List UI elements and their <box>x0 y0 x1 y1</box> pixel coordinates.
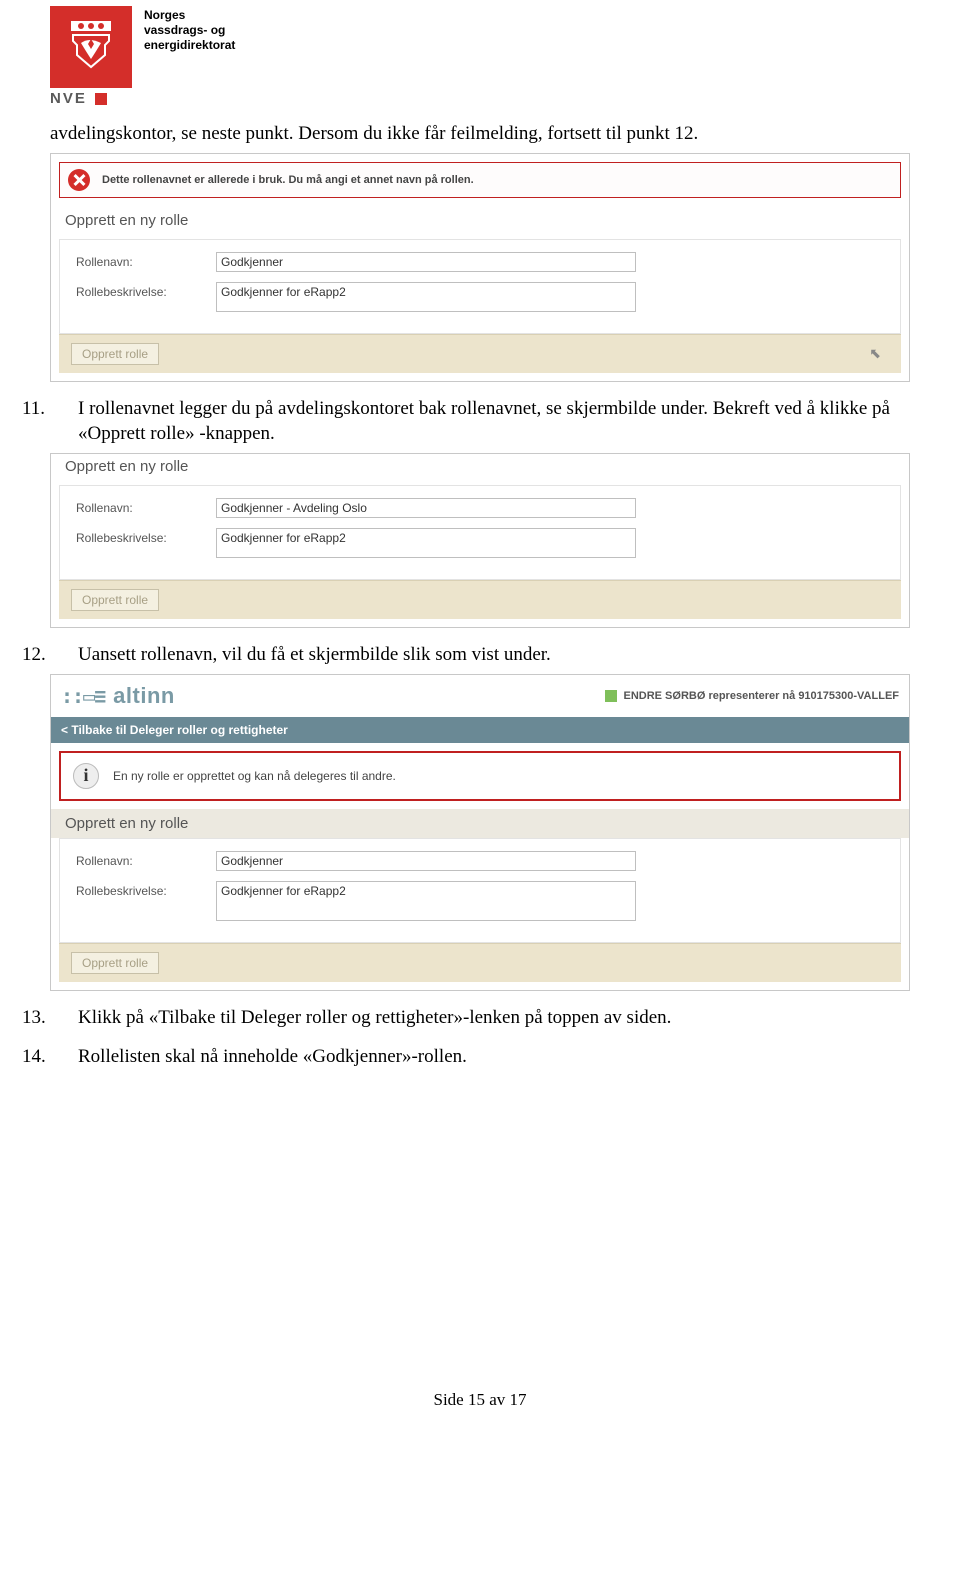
step-11: 11.I rollenavnet legger du på avdelingsk… <box>50 396 910 447</box>
label-rollebeskrivelse: Rollebeskrivelse: <box>76 282 216 299</box>
label-rollenavn: Rollenavn: <box>76 498 216 515</box>
label-rollebeskrivelse: Rollebeskrivelse: <box>76 881 216 898</box>
org-name: Norges vassdrags- og energidirektorat <box>144 6 235 53</box>
label-rollenavn: Rollenavn: <box>76 851 216 868</box>
back-link-bar[interactable]: < Tilbake til Deleger roller og rettighe… <box>51 717 909 743</box>
screenshot-opprett-panel: Opprett en ny rolle Rollenavn: Rollebesk… <box>50 453 910 628</box>
altinn-brand-text: altinn <box>113 683 175 709</box>
user-icon <box>605 690 617 702</box>
altinn-mark-icon: ::▭≡ <box>61 684 105 708</box>
info-icon: i <box>73 763 99 789</box>
opprett-rolle-button[interactable]: Opprett rolle <box>71 589 159 611</box>
textarea-rollebeskrivelse[interactable] <box>216 881 636 921</box>
error-text: Dette rollenavnet er allerede i bruk. Du… <box>102 174 474 186</box>
error-banner: Dette rollenavnet er allerede i bruk. Du… <box>59 162 901 198</box>
label-rollenavn: Rollenavn: <box>76 252 216 269</box>
nve-abbr-row: NVE <box>50 90 910 107</box>
info-banner: i En ny rolle er opprettet og kan nå del… <box>59 751 901 801</box>
textarea-rollebeskrivelse[interactable] <box>216 528 636 558</box>
label-rollebeskrivelse: Rollebeskrivelse: <box>76 528 216 545</box>
form-title: Opprett en ny rolle <box>51 809 909 838</box>
nve-crest-icon <box>50 6 132 88</box>
cursor-icon: ⬉ <box>869 343 889 362</box>
input-rollenavn[interactable] <box>216 498 636 518</box>
form-title: Opprett en ny rolle <box>51 454 909 485</box>
representative-line: ENDRE SØRBØ representerer nå 910175300-V… <box>605 690 899 702</box>
error-icon <box>68 169 90 191</box>
altinn-logo: ::▭≡ altinn <box>61 683 175 709</box>
paragraph-intro: avdelingskontor, se neste punkt. Dersom … <box>50 121 910 147</box>
opprett-rolle-button[interactable]: Opprett rolle <box>71 952 159 974</box>
screenshot-altinn-panel: ::▭≡ altinn ENDRE SØRBØ representerer nå… <box>50 674 910 991</box>
screenshot-error-panel: Dette rollenavnet er allerede i bruk. Du… <box>50 153 910 382</box>
step-13: 13.Klikk på «Tilbake til Deleger roller … <box>50 1005 910 1031</box>
page-footer: Side 15 av 17 <box>50 1390 910 1410</box>
doc-header: Norges vassdrags- og energidirektorat <box>50 0 910 88</box>
form-title: Opprett en ny rolle <box>51 208 909 239</box>
step-12: 12.Uansett rollenavn, vil du få et skjer… <box>50 642 910 668</box>
step-14: 14.Rollelisten skal nå inneholde «Godkje… <box>50 1044 910 1070</box>
opprett-rolle-button[interactable]: Opprett rolle <box>71 343 159 365</box>
input-rollenavn[interactable] <box>216 252 636 272</box>
textarea-rollebeskrivelse[interactable] <box>216 282 636 312</box>
nve-square-icon <box>95 93 107 105</box>
nve-abbr: NVE <box>50 90 87 107</box>
info-text: En ny rolle er opprettet og kan nå deleg… <box>113 769 396 783</box>
input-rollenavn[interactable] <box>216 851 636 871</box>
